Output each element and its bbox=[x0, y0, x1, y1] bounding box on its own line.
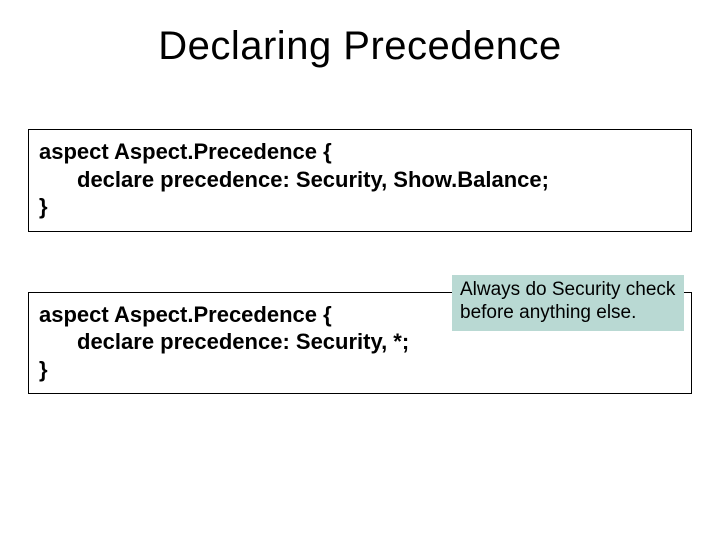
slide-title: Declaring Precedence bbox=[0, 0, 720, 89]
code-line: declare precedence: Security, *; bbox=[39, 328, 681, 356]
code-line: } bbox=[39, 356, 681, 384]
code-line: declare precedence: Security, Show.Balan… bbox=[39, 166, 681, 194]
code-line: aspect Aspect.Precedence { bbox=[39, 138, 681, 166]
code-block-1: aspect Aspect.Precedence { declare prece… bbox=[28, 129, 692, 232]
code-line: } bbox=[39, 193, 681, 221]
annotation-callout: Always do Security check before anything… bbox=[452, 275, 684, 331]
